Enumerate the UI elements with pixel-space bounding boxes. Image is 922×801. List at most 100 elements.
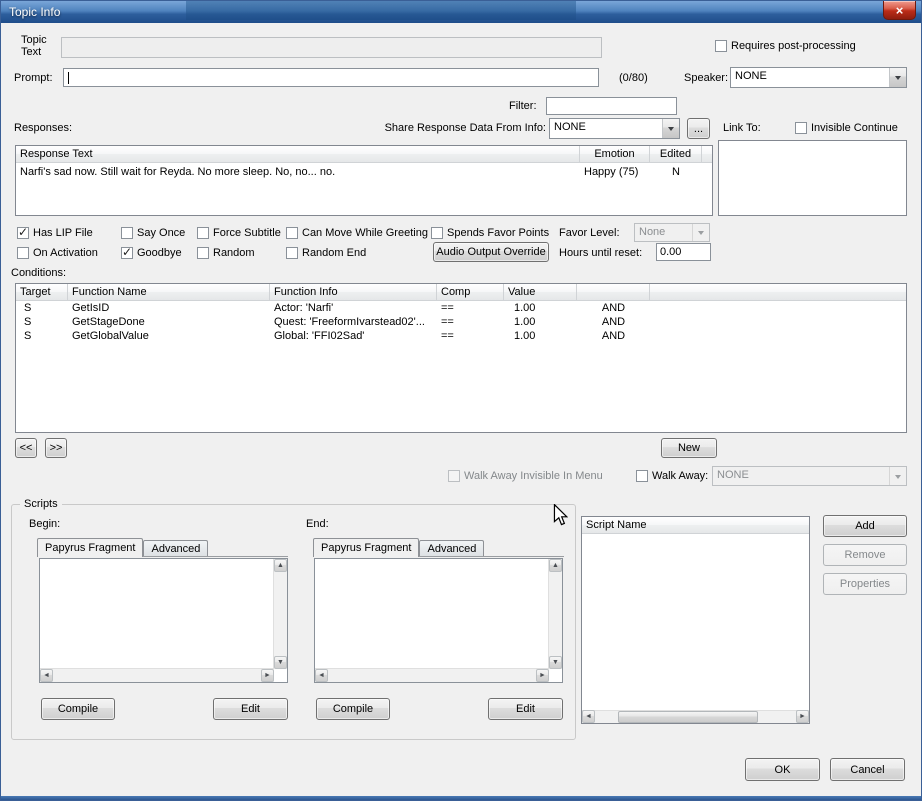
scroll-left-icon[interactable]: ◄ xyxy=(582,710,595,723)
checkbox-label: Goodbye xyxy=(137,246,182,259)
has-lip-file-checkbox[interactable]: Has LIP File xyxy=(17,225,93,239)
cell-function-name: GetGlobalValue xyxy=(72,330,149,342)
table-row[interactable]: S GetIsID Actor: 'Narfi' == 1.00 AND xyxy=(16,301,906,315)
filter-input[interactable] xyxy=(546,97,677,115)
scroll-right-icon[interactable]: ► xyxy=(796,710,809,723)
checkbox-label: Requires post-processing xyxy=(731,39,856,52)
scroll-right-icon[interactable]: ► xyxy=(536,669,549,682)
spends-favor-points-checkbox[interactable]: Spends Favor Points xyxy=(431,226,549,239)
conditions-label: Conditions: xyxy=(11,267,67,279)
link-to-listbox[interactable] xyxy=(718,140,907,216)
speaker-label: Speaker: xyxy=(684,72,729,84)
end-fragment-text[interactable] xyxy=(315,559,548,668)
table-row[interactable]: S GetStageDone Quest: 'FreeformIvarstead… xyxy=(16,315,906,329)
checkbox-label: Random xyxy=(213,246,255,259)
titlebar[interactable]: Topic Info × xyxy=(1,1,921,23)
scroll-up-icon[interactable]: ▲ xyxy=(549,559,562,572)
cancel-button[interactable]: Cancel xyxy=(830,758,905,781)
prompt-input[interactable] xyxy=(63,68,599,87)
chevron-down-icon xyxy=(889,467,906,485)
mouse-cursor xyxy=(553,503,569,530)
text-caret xyxy=(68,71,69,84)
checkbox-box xyxy=(121,226,133,239)
cell-function-info: Quest: 'FreeformIvarstead02'... xyxy=(274,316,425,328)
on-activation-checkbox[interactable]: On Activation xyxy=(17,246,98,259)
topic-text-field xyxy=(61,37,602,58)
column-script-name[interactable]: Script Name xyxy=(582,517,809,533)
scroll-right-icon[interactable]: ► xyxy=(261,669,274,682)
tab-advanced[interactable]: Advanced xyxy=(143,540,209,556)
window-title: Topic Info xyxy=(9,5,61,19)
scroll-left-icon[interactable]: ◄ xyxy=(40,669,53,682)
tab-papyrus-fragment[interactable]: Papyrus Fragment xyxy=(37,538,144,557)
column-function-name[interactable]: Function Name xyxy=(68,284,270,300)
column-comp[interactable]: Comp xyxy=(437,284,504,300)
column-and[interactable] xyxy=(577,284,650,300)
end-compile-button[interactable]: Compile xyxy=(316,698,390,720)
end-edit-button[interactable]: Edit xyxy=(488,698,563,720)
column-response-text[interactable]: Response Text xyxy=(16,146,580,162)
table-row[interactable]: S GetGlobalValue Global: 'FFI02Sad' == 1… xyxy=(16,329,906,343)
cell-emotion: Happy (75) xyxy=(584,166,639,178)
column-function-info[interactable]: Function Info xyxy=(270,284,437,300)
condition-move-left-button[interactable]: << xyxy=(15,438,37,458)
chevron-down-icon xyxy=(692,224,709,241)
script-list-body[interactable] xyxy=(582,534,809,710)
cell-and: AND xyxy=(601,330,626,342)
begin-label: Begin: xyxy=(29,518,61,530)
walk-away-checkbox[interactable]: Walk Away: xyxy=(636,469,708,482)
table-row[interactable]: Narfi's sad now. Still wait for Reyda. N… xyxy=(16,163,712,181)
checkbox-label: Walk Away: xyxy=(652,469,709,482)
vertical-scrollbar[interactable]: ▲ ▼ xyxy=(548,559,562,669)
column-target[interactable]: Target xyxy=(16,284,68,300)
cell-value: 1.00 xyxy=(514,330,536,342)
begin-compile-button[interactable]: Compile xyxy=(41,698,115,720)
cell-comp: == xyxy=(441,316,454,328)
horizontal-scrollbar[interactable]: ◄ ► xyxy=(315,668,549,682)
requires-post-processing-checkbox[interactable]: Requires post-processing xyxy=(715,39,856,52)
invisible-continue-checkbox[interactable]: Invisible Continue xyxy=(795,121,898,134)
say-once-checkbox[interactable]: Say Once xyxy=(121,226,185,239)
scroll-up-icon[interactable]: ▲ xyxy=(274,559,287,572)
tab-advanced[interactable]: Advanced xyxy=(419,540,485,556)
share-response-label: Share Response Data From Info: xyxy=(384,122,546,134)
horizontal-scrollbar[interactable]: ◄ ► xyxy=(40,668,274,682)
audio-output-override-button[interactable]: Audio Output Override xyxy=(433,242,549,262)
close-button[interactable]: × xyxy=(883,1,916,20)
checkbox-box xyxy=(448,469,460,482)
force-subtitle-checkbox[interactable]: Force Subtitle xyxy=(197,226,281,239)
responses-table-header: Response Text Emotion Edited xyxy=(16,146,712,163)
begin-fragment-text[interactable] xyxy=(40,559,273,668)
end-fragment-editor: ▲ ▼ ◄ ► xyxy=(314,558,563,683)
condition-move-right-button[interactable]: >> xyxy=(45,438,67,458)
cell-function-name: GetIsID xyxy=(72,302,110,314)
goodbye-checkbox[interactable]: Goodbye xyxy=(121,245,182,259)
scroll-down-icon[interactable]: ▼ xyxy=(549,656,562,669)
add-script-button[interactable]: Add xyxy=(823,515,907,537)
scroll-left-icon[interactable]: ◄ xyxy=(315,669,328,682)
share-browse-button[interactable]: ... xyxy=(687,118,710,139)
random-end-checkbox[interactable]: Random End xyxy=(286,246,366,259)
hours-until-reset-input[interactable]: 0.00 xyxy=(656,243,711,261)
cell-function-name: GetStageDone xyxy=(72,316,145,328)
new-condition-button[interactable]: New xyxy=(661,438,717,458)
scroll-down-icon[interactable]: ▼ xyxy=(274,656,287,669)
column-edited[interactable]: Edited xyxy=(650,146,702,162)
column-emotion[interactable]: Emotion xyxy=(580,146,650,162)
can-move-while-greeting-checkbox[interactable]: Can Move While Greeting xyxy=(286,226,428,239)
vertical-scrollbar[interactable]: ▲ ▼ xyxy=(273,559,287,669)
begin-edit-button[interactable]: Edit xyxy=(213,698,288,720)
ok-button[interactable]: OK xyxy=(745,758,820,781)
topic-info-dialog: Topic Info × Topic Text Requires post-pr… xyxy=(0,0,922,801)
cell-edited: N xyxy=(672,166,680,178)
checkbox-label: Random End xyxy=(302,246,367,259)
column-value[interactable]: Value xyxy=(504,284,577,300)
share-response-combobox[interactable]: NONE xyxy=(549,118,680,139)
cell-comp: == xyxy=(441,330,454,342)
speaker-combobox[interactable]: NONE xyxy=(730,67,907,88)
script-list-header: Script Name xyxy=(582,517,809,534)
random-checkbox[interactable]: Random xyxy=(197,246,255,259)
horizontal-scrollbar[interactable]: ◄ ► xyxy=(582,710,809,723)
tab-papyrus-fragment[interactable]: Papyrus Fragment xyxy=(313,538,420,557)
scrollbar-thumb[interactable] xyxy=(618,711,758,723)
